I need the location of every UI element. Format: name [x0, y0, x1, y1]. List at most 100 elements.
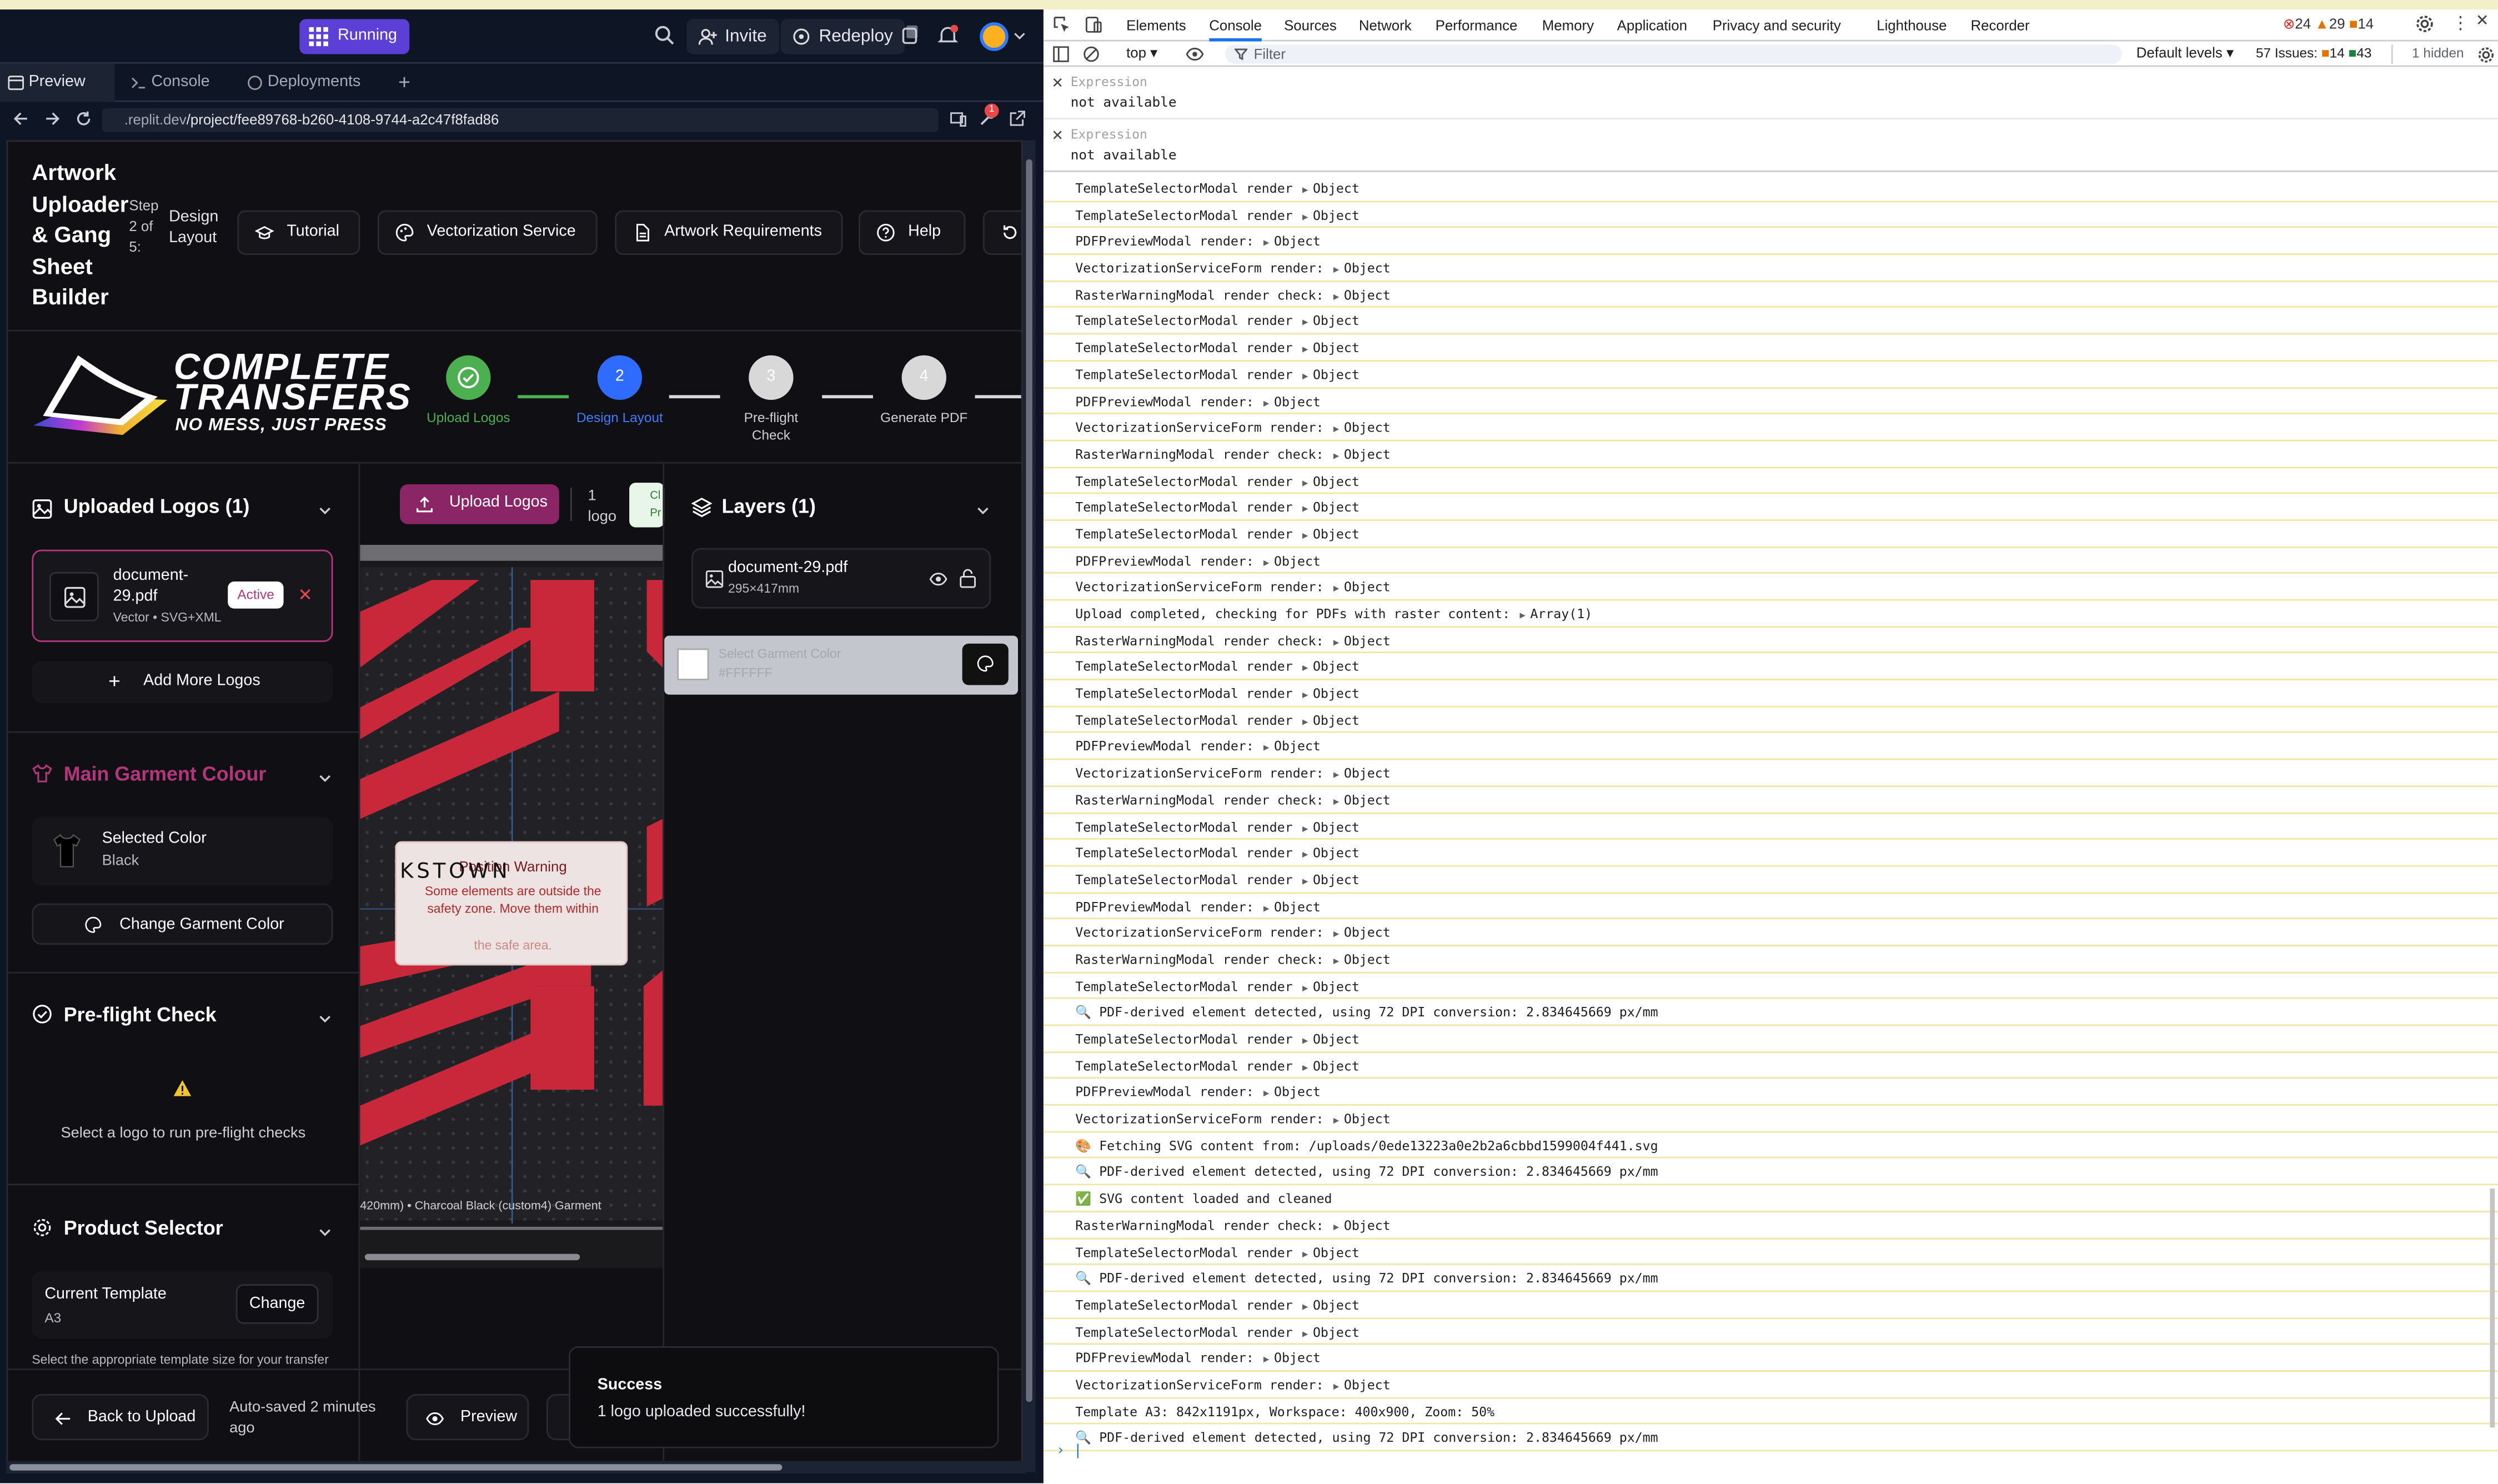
change-garment-color-button[interactable]: Change Garment Color	[32, 903, 333, 945]
console-message[interactable]: PDFPreviewModal render: ▶ Object	[1043, 893, 2498, 920]
reset-button[interactable]	[982, 210, 1021, 255]
devtools-tab-elements[interactable]: Elements	[1126, 9, 1186, 41]
console-object[interactable]: Object	[1313, 313, 1360, 329]
console-message[interactable]: PDFPreviewModal render: ▶ Object	[1043, 1079, 2498, 1106]
devtools-tab-memory[interactable]: Memory	[1542, 9, 1594, 41]
console-object[interactable]: Object	[1344, 260, 1391, 276]
expand-triangle-icon[interactable]: ▶	[1293, 1301, 1313, 1312]
change-template-button[interactable]: Change	[235, 1284, 319, 1324]
design-canvas[interactable]: Position Warning Some elements are outsi…	[360, 545, 663, 1269]
remove-expression-icon[interactable]: ✕	[1051, 75, 1064, 93]
chevron-down-icon[interactable]	[317, 770, 333, 786]
help-button[interactable]: Help	[859, 210, 966, 255]
console-message[interactable]: VectorizationServiceForm render: ▶ Object	[1043, 414, 2498, 442]
external-link-icon[interactable]	[1009, 110, 1026, 128]
console-object[interactable]: Object	[1274, 1350, 1321, 1366]
console-object[interactable]: Object	[1313, 1244, 1360, 1260]
scrollbar-thumb[interactable]	[9, 1464, 782, 1471]
expand-triangle-icon[interactable]: ▶	[1324, 450, 1344, 462]
devtools-tab-recorder[interactable]: Recorder	[1970, 9, 2029, 41]
expand-triangle-icon[interactable]: ▶	[1293, 344, 1313, 355]
console-object[interactable]: Object	[1274, 898, 1321, 914]
expand-triangle-icon[interactable]: ▶	[1254, 1355, 1274, 1366]
console-object[interactable]: Object	[1344, 287, 1391, 303]
sidebar-icon[interactable]	[1053, 46, 1069, 62]
console-message[interactable]: RasterWarningModal render check: ▶ Object	[1043, 946, 2498, 973]
remove-logo-button[interactable]: ✕	[298, 585, 312, 605]
expand-triangle-icon[interactable]: ▶	[1293, 1036, 1313, 1047]
expand-triangle-icon[interactable]: ▶	[1254, 557, 1274, 568]
expand-triangle-icon[interactable]: ▶	[1254, 1089, 1274, 1100]
expand-triangle-icon[interactable]: ▶	[1293, 504, 1313, 515]
console-message[interactable]: VectorizationServiceForm render: ▶ Object	[1043, 920, 2498, 946]
expand-triangle-icon[interactable]: ▶	[1293, 1328, 1313, 1339]
devtools-tab-performance[interactable]: Performance	[1436, 9, 1518, 41]
console-message[interactable]: 🔍 PDF-derived element detected, using 72…	[1043, 1265, 2498, 1292]
console-object[interactable]: Object	[1313, 659, 1360, 675]
console-object[interactable]: Object	[1274, 552, 1321, 568]
redeploy-button[interactable]: Redeploy	[780, 19, 906, 54]
tab-deployments[interactable]: Deployments	[239, 64, 390, 102]
expand-triangle-icon[interactable]: ▶	[1293, 371, 1313, 382]
new-tab-button[interactable]: +	[392, 64, 424, 102]
devtools-tab-application[interactable]: Application	[1617, 9, 1687, 41]
eye-icon[interactable]	[1185, 46, 1204, 62]
preview-button[interactable]: Preview	[406, 1394, 529, 1441]
expand-triangle-icon[interactable]: ▶	[1324, 796, 1344, 808]
console-object[interactable]: Object	[1313, 339, 1360, 355]
chevron-down-icon[interactable]	[975, 502, 991, 518]
inspect-icon[interactable]	[1053, 16, 1071, 34]
expand-triangle-icon[interactable]: ▶	[1254, 743, 1274, 754]
console-message[interactable]: 🔍 PDF-derived element detected, using 72…	[1043, 1000, 2498, 1026]
invite-button[interactable]: Invite	[686, 19, 780, 54]
pick-color-button[interactable]	[962, 643, 1009, 685]
clip-preview-button[interactable]: Cl Pr	[629, 483, 665, 528]
console-message[interactable]: RasterWarningModal render check: ▶ Object	[1043, 282, 2498, 308]
console-message[interactable]: TemplateSelectorModal render ▶ Object	[1043, 468, 2498, 494]
remove-expression-icon[interactable]: ✕	[1051, 127, 1064, 145]
console-message[interactable]: TemplateSelectorModal render ▶ Object	[1043, 813, 2498, 840]
back-to-upload-button[interactable]: Back to Upload	[32, 1394, 209, 1441]
expand-triangle-icon[interactable]: ▶	[1293, 690, 1313, 701]
console-object[interactable]: Object	[1313, 1297, 1360, 1313]
console-message[interactable]: TemplateSelectorModal render ▶ Object	[1043, 1026, 2498, 1053]
expand-triangle-icon[interactable]: ▶	[1324, 584, 1344, 595]
console-object[interactable]: Object	[1313, 871, 1360, 888]
console-object[interactable]: Object	[1344, 1376, 1391, 1392]
expand-triangle-icon[interactable]: ▶	[1293, 185, 1313, 196]
filter-input[interactable]: Filter	[1225, 44, 2122, 64]
console-object[interactable]: Object	[1313, 1031, 1360, 1047]
expand-triangle-icon[interactable]: ▶	[1254, 398, 1274, 409]
console-object[interactable]: Object	[1313, 1323, 1360, 1340]
console-object[interactable]: Object	[1313, 977, 1360, 994]
vertical-scrollbar[interactable]	[1022, 140, 1036, 1472]
console-object[interactable]: Object	[1313, 207, 1360, 223]
expand-triangle-icon[interactable]: ▶	[1324, 424, 1344, 435]
error-count[interactable]: ⊗24 ▲29 ■14	[2283, 16, 2374, 34]
console-object[interactable]: Object	[1344, 765, 1391, 781]
expand-triangle-icon[interactable]: ▶	[1324, 1381, 1344, 1392]
console-message[interactable]: TemplateSelectorModal render ▶ Object	[1043, 521, 2498, 548]
console-message[interactable]: ✅ SVG content loaded and cleaned	[1043, 1186, 2498, 1212]
devtools-tab-sources[interactable]: Sources	[1284, 9, 1337, 41]
console-object[interactable]: Object	[1344, 1111, 1391, 1127]
expand-triangle-icon[interactable]: ▶	[1324, 770, 1344, 781]
console-message[interactable]: TemplateSelectorModal render ▶ Object	[1043, 654, 2498, 681]
gear-icon[interactable]	[2477, 46, 2495, 64]
avatar[interactable]	[980, 22, 1009, 51]
console-object[interactable]: Object	[1274, 393, 1321, 409]
console-message[interactable]: RasterWarningModal render check: ▶ Object	[1043, 787, 2498, 814]
console-object[interactable]: Object	[1313, 525, 1360, 542]
expand-triangle-icon[interactable]: ▶	[1293, 982, 1313, 994]
tutorial-button[interactable]: Tutorial	[237, 210, 360, 255]
console-message[interactable]: PDFPreviewModal render: ▶ Object	[1043, 228, 2498, 255]
garment-color-layer[interactable]: Select Garment Color #FFFFFF	[664, 635, 1019, 695]
context-select[interactable]: top ▾	[1126, 44, 1157, 62]
console-message[interactable]: PDFPreviewModal render: ▶ Object	[1043, 734, 2498, 760]
expression-label[interactable]: Expression	[1071, 127, 1147, 142]
expand-triangle-icon[interactable]: ▶	[1293, 1249, 1313, 1260]
console-object[interactable]: Object	[1344, 1217, 1391, 1233]
canvas-scrollbar[interactable]	[364, 1254, 580, 1261]
expand-triangle-icon[interactable]: ▶	[1324, 929, 1344, 940]
console-message[interactable]: TemplateSelectorModal render ▶ Object	[1043, 840, 2498, 867]
